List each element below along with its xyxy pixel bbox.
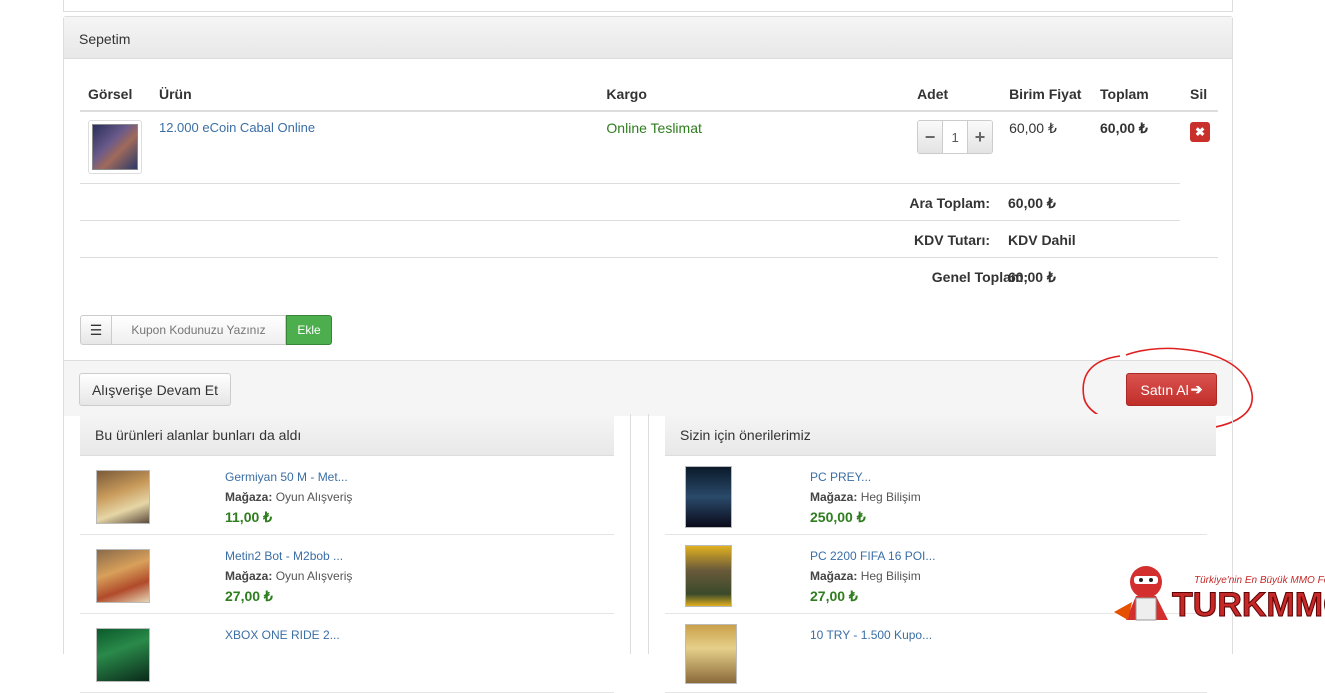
vat-label: KDV Tutarı: <box>914 232 990 248</box>
svg-text:Türkiye'nin En Büyük MMO Forum: Türkiye'nin En Büyük MMO Forumu <box>1194 575 1325 586</box>
plus-icon[interactable]: + <box>968 121 993 153</box>
rec-shop: Mağaza: Oyun Alışveriş <box>225 569 353 583</box>
list-item[interactable]: PC PREY... Mağaza: Heg Bilişim 250,00 ₺ <box>665 456 1207 535</box>
subtotal-value: 60,00 ₺ <box>1008 195 1056 211</box>
coupon-group: ☰ Ekle <box>80 315 332 345</box>
buy-button[interactable]: Satın Al ➔ <box>1126 373 1217 406</box>
delete-icon[interactable]: ✖ <box>1190 122 1210 142</box>
product-image[interactable] <box>685 624 737 684</box>
buy-label: Satın Al <box>1140 381 1189 398</box>
rec-product-name[interactable]: Metin2 Bot - M2bob ... <box>225 549 343 563</box>
col-quantity: Adet <box>909 77 1002 112</box>
list-item[interactable]: Metin2 Bot - M2bob ... Mağaza: Oyun Alış… <box>80 535 614 614</box>
product-image[interactable] <box>685 545 732 607</box>
list-icon[interactable]: ☰ <box>80 315 112 345</box>
list-item[interactable]: Germiyan 50 M - Met... Mağaza: Oyun Alış… <box>80 456 614 535</box>
vat-row: KDV Tutarı: KDV Dahil <box>80 220 1180 257</box>
rec-price: 27,00 ₺ <box>810 588 858 604</box>
unit-price: 60,00 ₺ <box>1009 120 1057 136</box>
product-thumbnail[interactable] <box>88 120 142 174</box>
cart-table: Görsel Ürün Kargo Adet Birim Fiyat Topla… <box>80 77 1218 182</box>
svg-text:TURKMMO: TURKMMO <box>1172 586 1325 624</box>
product-image[interactable] <box>96 628 150 682</box>
grand-total-value: 60,00 ₺ <box>1008 269 1056 285</box>
cart-footer: Alışverişe Devam Et Satın Al ➔ <box>64 360 1232 416</box>
coupon-add-button[interactable]: Ekle <box>286 315 332 345</box>
cart-row: 12.000 eCoin Cabal Online Online Teslima… <box>80 111 1218 182</box>
shipping-method: Online Teslimat <box>606 120 702 136</box>
quantity-stepper: − 1 + <box>917 120 994 154</box>
col-delete: Sil <box>1182 77 1218 112</box>
rec-price: 11,00 ₺ <box>225 509 273 525</box>
vat-value: KDV Dahil <box>1008 232 1076 248</box>
rec-shop: Mağaza: Heg Bilişim <box>810 490 921 504</box>
rec-product-name[interactable]: Germiyan 50 M - Met... <box>225 470 348 484</box>
arrow-right-icon: ➔ <box>1190 381 1203 397</box>
continue-shopping-button[interactable]: Alışverişe Devam Et <box>79 373 232 406</box>
grand-total-label: Genel Toplam: <box>931 269 1028 285</box>
also-bought-panel: Bu ürünleri alanlar bunları da aldı Germ… <box>63 414 631 693</box>
rec-product-name[interactable]: 10 TRY - 1.500 Kupo... <box>810 628 932 642</box>
product-image[interactable] <box>96 549 150 603</box>
rec-price: 27,00 ₺ <box>225 588 273 604</box>
col-shipping: Kargo <box>598 77 910 112</box>
col-product: Ürün <box>150 77 599 112</box>
rec-shop: Mağaza: Heg Bilişim <box>810 569 921 583</box>
top-panel-edge <box>63 0 1233 12</box>
minus-icon[interactable]: − <box>918 121 943 153</box>
product-image[interactable] <box>96 470 150 524</box>
rec-product-name[interactable]: PC 2200 FIFA 16 POI... <box>810 549 935 563</box>
subtotal-label: Ara Toplam: <box>909 195 990 211</box>
grand-total-row: Genel Toplam: 60,00 ₺ <box>80 257 1218 294</box>
list-item[interactable]: XBOX ONE RIDE 2... <box>80 614 614 693</box>
rec-shop: Mağaza: Oyun Alışveriş <box>225 490 353 504</box>
cart-title: Sepetim <box>64 17 1232 59</box>
row-total: 60,00 ₺ <box>1100 120 1148 136</box>
rec-price: 250,00 ₺ <box>810 509 866 525</box>
product-image[interactable] <box>685 466 732 528</box>
suggestions-title: Sizin için önerilerimiz <box>665 414 1216 456</box>
rec-product-name[interactable]: PC PREY... <box>810 470 871 484</box>
product-name-link[interactable]: 12.000 eCoin Cabal Online <box>159 120 315 135</box>
cart-panel: Sepetim Görsel Ürün Kargo Adet Birim Fiy… <box>63 16 1233 416</box>
subtotal-row: Ara Toplam: 60,00 ₺ <box>80 183 1180 220</box>
continue-shopping-label: Alışverişe Devam Et <box>92 381 219 398</box>
quantity-value[interactable]: 1 <box>942 121 969 153</box>
coupon-input[interactable] <box>112 315 286 345</box>
col-total: Toplam <box>1092 77 1182 112</box>
rec-product-name[interactable]: XBOX ONE RIDE 2... <box>225 628 340 642</box>
col-unit-price: Birim Fiyat <box>1001 77 1092 112</box>
col-image: Görsel <box>80 77 151 112</box>
turkmmo-watermark-logo: Türkiye'nin En Büyük MMO Forumu TURKMMO <box>1114 566 1325 625</box>
also-bought-title: Bu ürünleri alanlar bunları da aldı <box>80 414 614 456</box>
